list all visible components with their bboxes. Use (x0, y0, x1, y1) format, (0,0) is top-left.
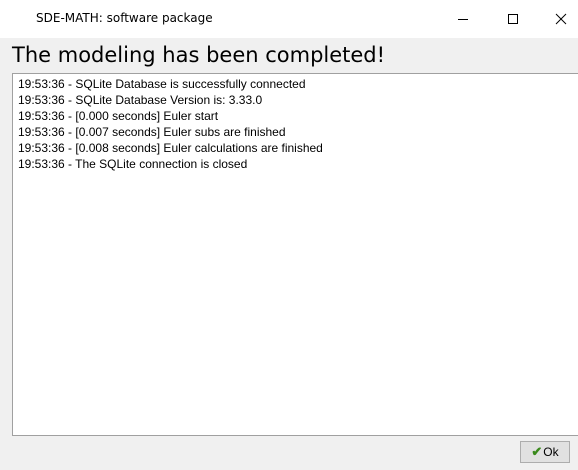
page-title: The modeling has been completed! (12, 43, 386, 67)
checkmark-icon: ✔ (531, 444, 543, 459)
maximize-icon (508, 14, 518, 24)
close-icon (555, 13, 567, 25)
log-line: 19:53:36 - SQLite Database Version is: 3… (18, 93, 263, 107)
minimize-icon (458, 19, 468, 20)
maximize-button[interactable] (490, 0, 536, 38)
window-title: SDE-MATH: software package (36, 11, 213, 25)
log-line: 19:53:36 - [0.007 seconds] Euler subs ar… (18, 125, 286, 139)
log-line: 19:53:36 - [0.000 seconds] Euler start (18, 109, 219, 123)
title-bar[interactable]: SDE-MATH: software package (0, 0, 578, 38)
close-button[interactable] (538, 0, 578, 38)
log-line: 19:53:36 - [0.008 seconds] Euler calcula… (18, 141, 323, 155)
dialog-window: SDE-MATH: software package The modeling … (0, 0, 578, 470)
log-line: 19:53:36 - SQLite Database is successful… (18, 77, 306, 91)
minimize-button[interactable] (440, 0, 486, 38)
log-output[interactable]: 19:53:36 - SQLite Database is successful… (12, 73, 578, 436)
log-line: 19:53:36 - The SQLite connection is clos… (18, 157, 248, 171)
ok-button-label: Ok (543, 445, 559, 459)
ok-button[interactable]: ✔ Ok (520, 441, 570, 463)
